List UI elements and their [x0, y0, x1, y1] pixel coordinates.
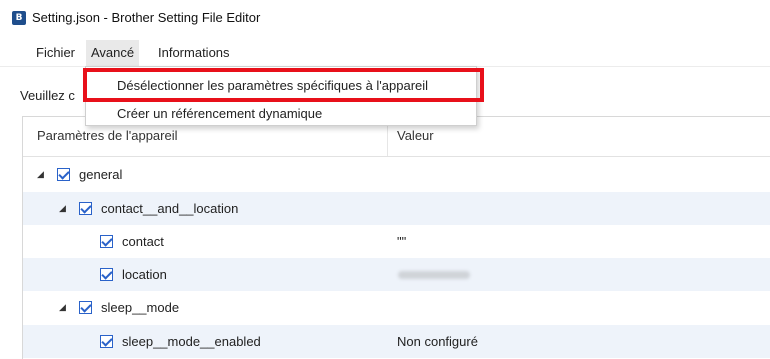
menu-bar: Fichier Avancé Informations: [0, 40, 770, 67]
row-label: contact__and__location: [101, 201, 239, 216]
row-label: sleep__mode: [101, 300, 180, 315]
menu-fichier[interactable]: Fichier: [31, 40, 80, 66]
checkbox-checked-icon[interactable]: [100, 268, 113, 281]
checkbox-checked-icon[interactable]: [57, 168, 70, 181]
redacted-value[interactable]: [398, 271, 470, 279]
menu-informations[interactable]: Informations: [153, 40, 235, 66]
highlight-annotation-box: [83, 68, 484, 102]
row-value[interactable]: Non configuré: [397, 325, 478, 358]
checkbox-checked-icon[interactable]: [100, 335, 113, 348]
title-bar: B Setting.json - Brother Setting File Ed…: [0, 0, 770, 36]
tree-row[interactable]: ◢ sleep__mode: [23, 291, 770, 324]
checkbox-checked-icon[interactable]: [100, 235, 113, 248]
column-header-value[interactable]: Valeur: [397, 128, 434, 143]
tree-row[interactable]: ◢ contact__and__location: [23, 192, 770, 225]
column-header-setting[interactable]: Paramètres de l'appareil: [37, 128, 178, 143]
row-label: sleep__mode__enabled: [122, 334, 261, 349]
row-value[interactable]: "": [397, 225, 406, 258]
instruction-text: Veuillez c: [20, 88, 75, 103]
tree-row[interactable]: ◢ general: [23, 158, 770, 191]
menu-avance[interactable]: Avancé: [86, 40, 140, 66]
tree-row[interactable]: contact "": [23, 225, 770, 258]
window-title: Setting.json - Brother Setting File Edit…: [32, 10, 261, 25]
row-label: general: [79, 167, 123, 182]
row-label: contact: [122, 234, 164, 249]
row-label: location: [122, 267, 167, 282]
tree-row[interactable]: location: [23, 258, 770, 291]
menu-item-create-dynamic-reference[interactable]: Créer un référencement dynamique: [117, 106, 322, 121]
app-icon: B: [12, 11, 26, 25]
expand-triangle-icon[interactable]: ◢: [37, 170, 51, 180]
checkbox-checked-icon[interactable]: [79, 301, 92, 314]
expand-triangle-icon[interactable]: ◢: [59, 303, 73, 313]
settings-grid: Paramètres de l'appareil Valeur ◢ genera…: [22, 116, 770, 359]
checkbox-checked-icon[interactable]: [79, 202, 92, 215]
expand-triangle-icon[interactable]: ◢: [59, 204, 73, 214]
tree-row[interactable]: sleep__mode__enabled Non configuré: [23, 325, 770, 358]
